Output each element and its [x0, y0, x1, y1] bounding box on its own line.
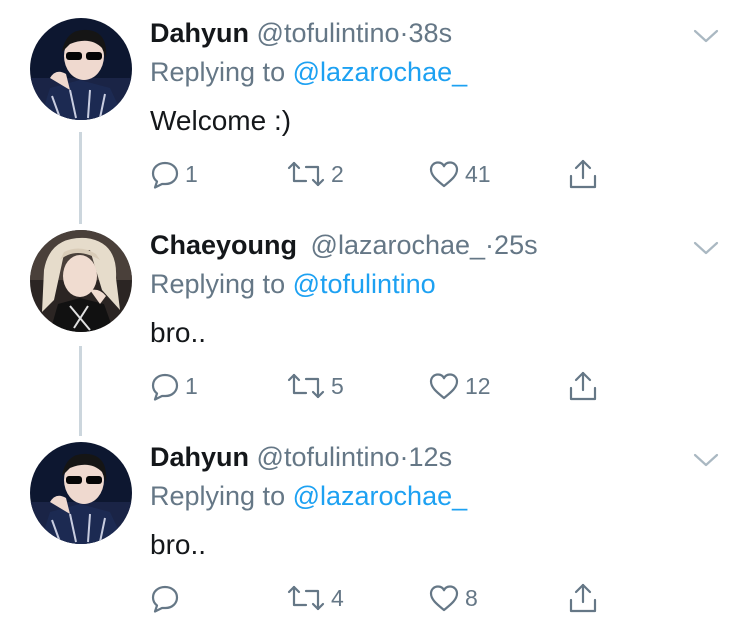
replying-to-label: Replying to [150, 57, 286, 87]
tweet-actions: 4 8 [0, 580, 750, 616]
avatar[interactable] [30, 18, 132, 120]
chevron-down-icon[interactable] [692, 452, 720, 468]
retweet-count: 4 [331, 585, 344, 611]
share-icon [569, 159, 597, 189]
tweet-actions: 1 5 12 [0, 368, 750, 404]
display-name[interactable]: Chaeyoung [150, 230, 297, 260]
tweet[interactable]: Chaeyoung @lazarochae_·25s Replying to @… [0, 212, 750, 412]
timestamp[interactable]: 12s [409, 442, 453, 472]
tweet-actions: 1 2 41 [0, 156, 750, 192]
reply-button[interactable]: 1 [150, 156, 198, 192]
reply-count: 1 [185, 373, 198, 399]
reply-icon [151, 161, 179, 189]
like-button[interactable]: 41 [428, 156, 491, 192]
tweet-text: bro.. [150, 529, 207, 560]
retweet-button[interactable]: 4 [286, 580, 344, 616]
retweet-button[interactable]: 5 [286, 368, 344, 404]
tweet-text: bro.. [150, 317, 207, 348]
retweet-icon [287, 373, 325, 399]
share-button[interactable] [567, 156, 599, 192]
timestamp[interactable]: 25s [494, 230, 538, 260]
tweet-header: Chaeyoung @lazarochae_·25s [150, 228, 538, 262]
avatar[interactable] [30, 230, 132, 332]
reply-button[interactable]: 1 [150, 368, 198, 404]
separator-dot: · [485, 230, 495, 260]
retweet-count: 2 [331, 161, 344, 187]
replying-to-label: Replying to [150, 481, 286, 511]
like-icon [429, 373, 459, 400]
replying-to: Replying to @lazarochae_ [150, 479, 467, 513]
reply-icon [151, 373, 179, 401]
avatar[interactable] [30, 442, 132, 544]
tweet[interactable]: Dahyun @tofulintino·38s Replying to @laz… [0, 0, 750, 200]
replying-to-label: Replying to [150, 269, 286, 299]
like-count: 8 [465, 585, 478, 611]
like-count: 41 [465, 161, 491, 187]
mention-link[interactable]: @lazarochae_ [293, 481, 468, 511]
reply-count: 1 [185, 161, 198, 187]
username-handle[interactable]: @tofulintino [257, 442, 400, 472]
replying-to: Replying to @tofulintino [150, 267, 436, 301]
timestamp[interactable]: 38s [409, 18, 453, 48]
mention-link[interactable]: @tofulintino [293, 269, 436, 299]
mention-link[interactable]: @lazarochae_ [293, 57, 468, 87]
separator-dot: · [399, 18, 409, 48]
username-handle[interactable]: @tofulintino [257, 18, 400, 48]
separator-dot: · [399, 442, 409, 472]
like-count: 12 [465, 373, 491, 399]
like-icon [429, 161, 459, 188]
retweet-button[interactable]: 2 [286, 156, 344, 192]
tweet-text: Welcome :) [150, 105, 292, 136]
replying-to: Replying to @lazarochae_ [150, 55, 467, 89]
chevron-down-icon[interactable] [692, 240, 720, 256]
tweet[interactable]: Dahyun @tofulintino·12s Replying to @laz… [0, 424, 750, 624]
like-button[interactable]: 12 [428, 368, 491, 404]
retweet-count: 5 [331, 373, 344, 399]
tweet-header: Dahyun @tofulintino·12s [150, 440, 452, 474]
share-icon [569, 583, 597, 613]
share-button[interactable] [567, 368, 599, 404]
display-name[interactable]: Dahyun [150, 442, 249, 472]
retweet-icon [287, 161, 325, 187]
display-name[interactable]: Dahyun [150, 18, 249, 48]
tweet-header: Dahyun @tofulintino·38s [150, 16, 452, 50]
chevron-down-icon[interactable] [692, 28, 720, 44]
like-icon [429, 585, 459, 612]
share-button[interactable] [567, 580, 599, 616]
share-icon [569, 371, 597, 401]
username-handle[interactable]: @lazarochae_ [311, 230, 486, 260]
reply-icon [151, 585, 179, 613]
reply-button[interactable] [150, 580, 185, 616]
retweet-icon [287, 585, 325, 611]
like-button[interactable]: 8 [428, 580, 478, 616]
